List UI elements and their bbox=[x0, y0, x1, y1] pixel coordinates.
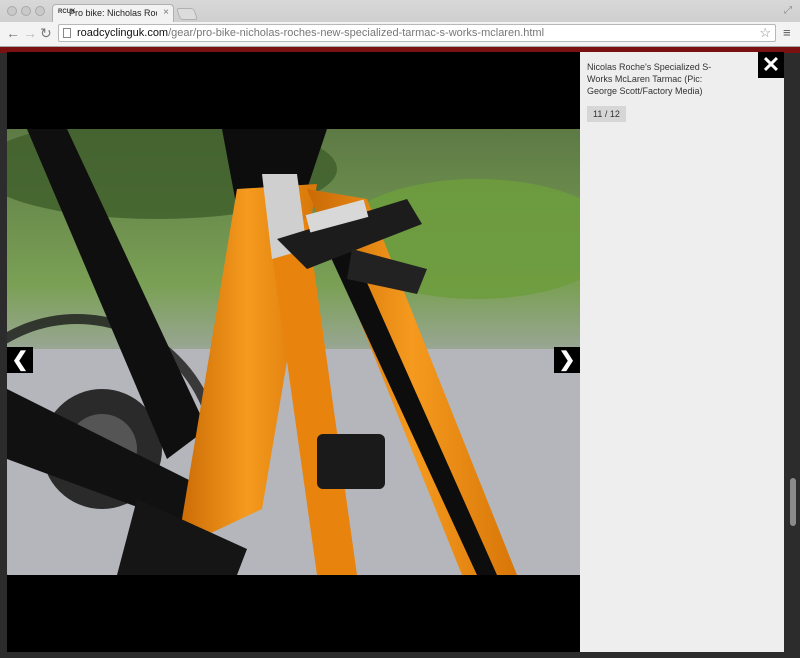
tab-strip: RCUK Pro bike: Nicholas Roche's × ⤢ bbox=[0, 0, 800, 22]
close-icon[interactable]: ✕ bbox=[758, 52, 784, 78]
address-bar[interactable]: roadcyclinguk.com/gear/pro-bike-nicholas… bbox=[58, 24, 776, 42]
forward-icon[interactable]: → bbox=[23, 25, 37, 41]
next-arrow-icon[interactable]: ❯ bbox=[554, 347, 580, 373]
window-minimize-icon[interactable] bbox=[21, 6, 31, 16]
fullscreen-icon[interactable]: ⤢ bbox=[784, 5, 792, 16]
back-icon[interactable]: ← bbox=[6, 25, 20, 41]
window-close-icon[interactable] bbox=[7, 6, 17, 16]
url-path: /gear/pro-bike-nicholas-roches-new-speci… bbox=[168, 27, 545, 39]
browser-chrome: RCUK Pro bike: Nicholas Roche's × ⤢ ← → … bbox=[0, 0, 800, 47]
window-zoom-icon[interactable] bbox=[35, 6, 45, 16]
browser-tab[interactable]: RCUK Pro bike: Nicholas Roche's × bbox=[52, 4, 174, 22]
url-text: roadcyclinguk.com/gear/pro-bike-nicholas… bbox=[77, 27, 544, 39]
tab-title: Pro bike: Nicholas Roche's bbox=[69, 8, 157, 18]
page-scrollbar[interactable] bbox=[790, 478, 796, 526]
url-host: roadcyclinguk.com bbox=[77, 27, 169, 39]
reload-icon[interactable]: ↻ bbox=[40, 25, 52, 41]
tab-close-icon[interactable]: × bbox=[163, 7, 169, 18]
gallery-photo bbox=[7, 129, 580, 575]
new-tab-button[interactable] bbox=[175, 8, 199, 20]
menu-icon[interactable]: ≡ bbox=[783, 25, 791, 40]
bike-photo-illustration bbox=[7, 129, 580, 575]
caption-panel: Nicolas Roche's Specialized S-Works McLa… bbox=[580, 52, 784, 652]
page-icon bbox=[63, 28, 71, 38]
star-icon[interactable]: ☆ bbox=[759, 25, 771, 41]
browser-toolbar: ← → ↻ roadcyclinguk.com/gear/pro-bike-ni… bbox=[0, 22, 800, 46]
photo-caption: Nicolas Roche's Specialized S-Works McLa… bbox=[587, 62, 712, 96]
prev-arrow-icon[interactable]: ❮ bbox=[7, 347, 33, 373]
image-counter: 11 / 12 bbox=[587, 106, 626, 122]
